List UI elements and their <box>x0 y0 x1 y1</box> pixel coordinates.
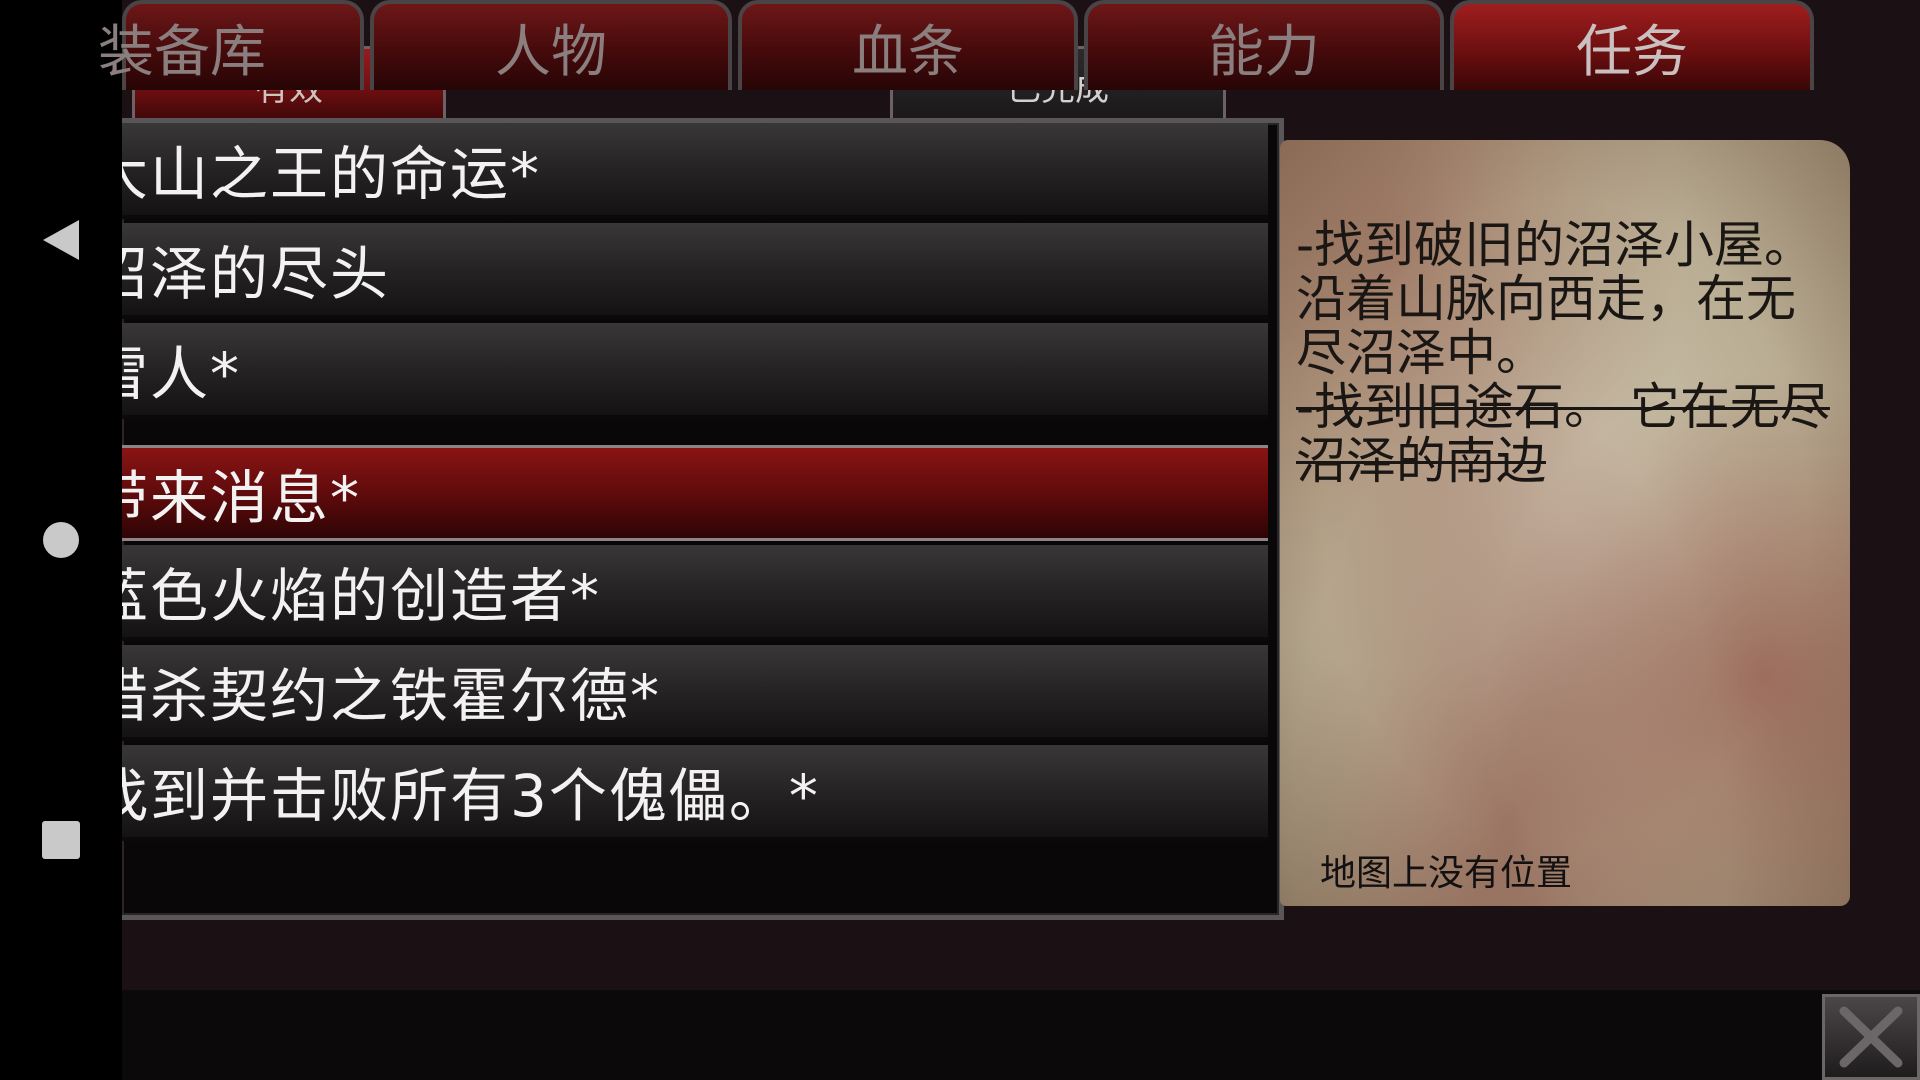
menu-health-bar-button[interactable]: 血条 <box>738 0 1078 90</box>
objective-active: -找到破旧的沼泽小屋。 沿着山脉向西走，在无尽沼泽中。 <box>1296 216 1815 382</box>
quest-row-selected[interactable]: 带来消息* <box>122 445 1268 541</box>
quest-title: 沼泽的尽头 <box>122 240 391 308</box>
quest-title: 大山之王的命运* <box>122 140 542 208</box>
recents-icon[interactable] <box>36 815 86 865</box>
quest-title: 蓝色火焰的创造者* <box>122 562 602 630</box>
home-icon[interactable] <box>36 515 86 565</box>
objective-completed: -找到旧途石。 它在无尽沼泽的南边 <box>1296 378 1830 490</box>
quest-row[interactable]: 找到并击败所有3个傀儡。* <box>122 745 1268 841</box>
quest-row[interactable]: 雪人* <box>122 323 1268 419</box>
menu-character-button[interactable]: 人物 <box>370 0 732 90</box>
quest-list: 大山之王的命运* 沼泽的尽头 雪人* 带来消息* 蓝色火焰的创造者* 猎杀契约之… <box>122 118 1284 920</box>
back-icon[interactable] <box>36 215 86 265</box>
bottom-menu <box>122 990 1920 1080</box>
quest-row[interactable]: 猎杀契约之铁霍尔德* <box>122 645 1268 741</box>
android-nav-bar <box>0 0 122 1080</box>
quest-objectives: -找到破旧的沼泽小屋。 沿着山脉向西走，在无尽沼泽中。 -找到旧途石。 它在无尽… <box>1296 218 1836 488</box>
quest-row[interactable]: 大山之王的命运* <box>122 123 1268 219</box>
quest-title: 带来消息* <box>122 464 362 532</box>
quest-details-parchment: -找到破旧的沼泽小屋。 沿着山脉向西走，在无尽沼泽中。 -找到旧途石。 它在无尽… <box>1280 140 1850 906</box>
menu-abilities-button[interactable]: 能力 <box>1084 0 1444 90</box>
quest-row[interactable]: 沼泽的尽头 <box>122 223 1268 319</box>
menu-quests-button[interactable]: 任务 <box>1450 0 1814 90</box>
close-icon[interactable] <box>1822 994 1920 1080</box>
menu-inventory-button[interactable]: 装备库 <box>98 0 364 90</box>
quest-title: 找到并击败所有3个傀儡。* <box>122 762 820 830</box>
quest-row[interactable]: 蓝色火焰的创造者* <box>122 545 1268 641</box>
map-location-note: 地图上没有位置 <box>1320 853 1573 894</box>
quest-title: 雪人* <box>122 340 242 408</box>
quest-title: 猎杀契约之铁霍尔德* <box>122 662 662 730</box>
game-screen: 有效 已完成 大山之王的命运* 沼泽的尽头 雪人* 带来消息* 蓝色火焰的创造者… <box>0 0 1920 1080</box>
